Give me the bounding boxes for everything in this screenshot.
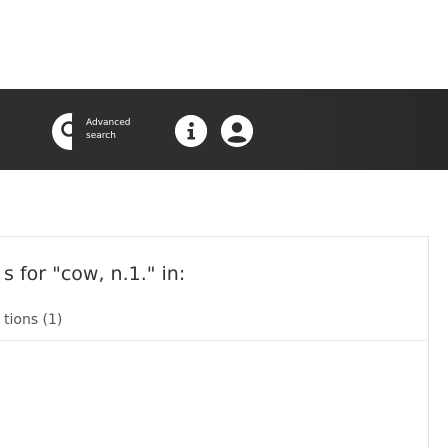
results-section-heading[interactable]: tions (1): [4, 311, 62, 329]
info-icon: [175, 115, 207, 147]
content-right-border: [428, 236, 429, 448]
account-button[interactable]: [221, 115, 253, 147]
info-button[interactable]: [175, 115, 207, 147]
advanced-search-label-line1: Advanced: [86, 118, 131, 128]
content-top-border: [0, 236, 429, 237]
section-divider: [0, 340, 429, 341]
user-icon: [221, 115, 253, 147]
advanced-search-label-line2: search: [86, 131, 116, 141]
page-title: s for "cow, n.1." in:: [4, 263, 186, 285]
